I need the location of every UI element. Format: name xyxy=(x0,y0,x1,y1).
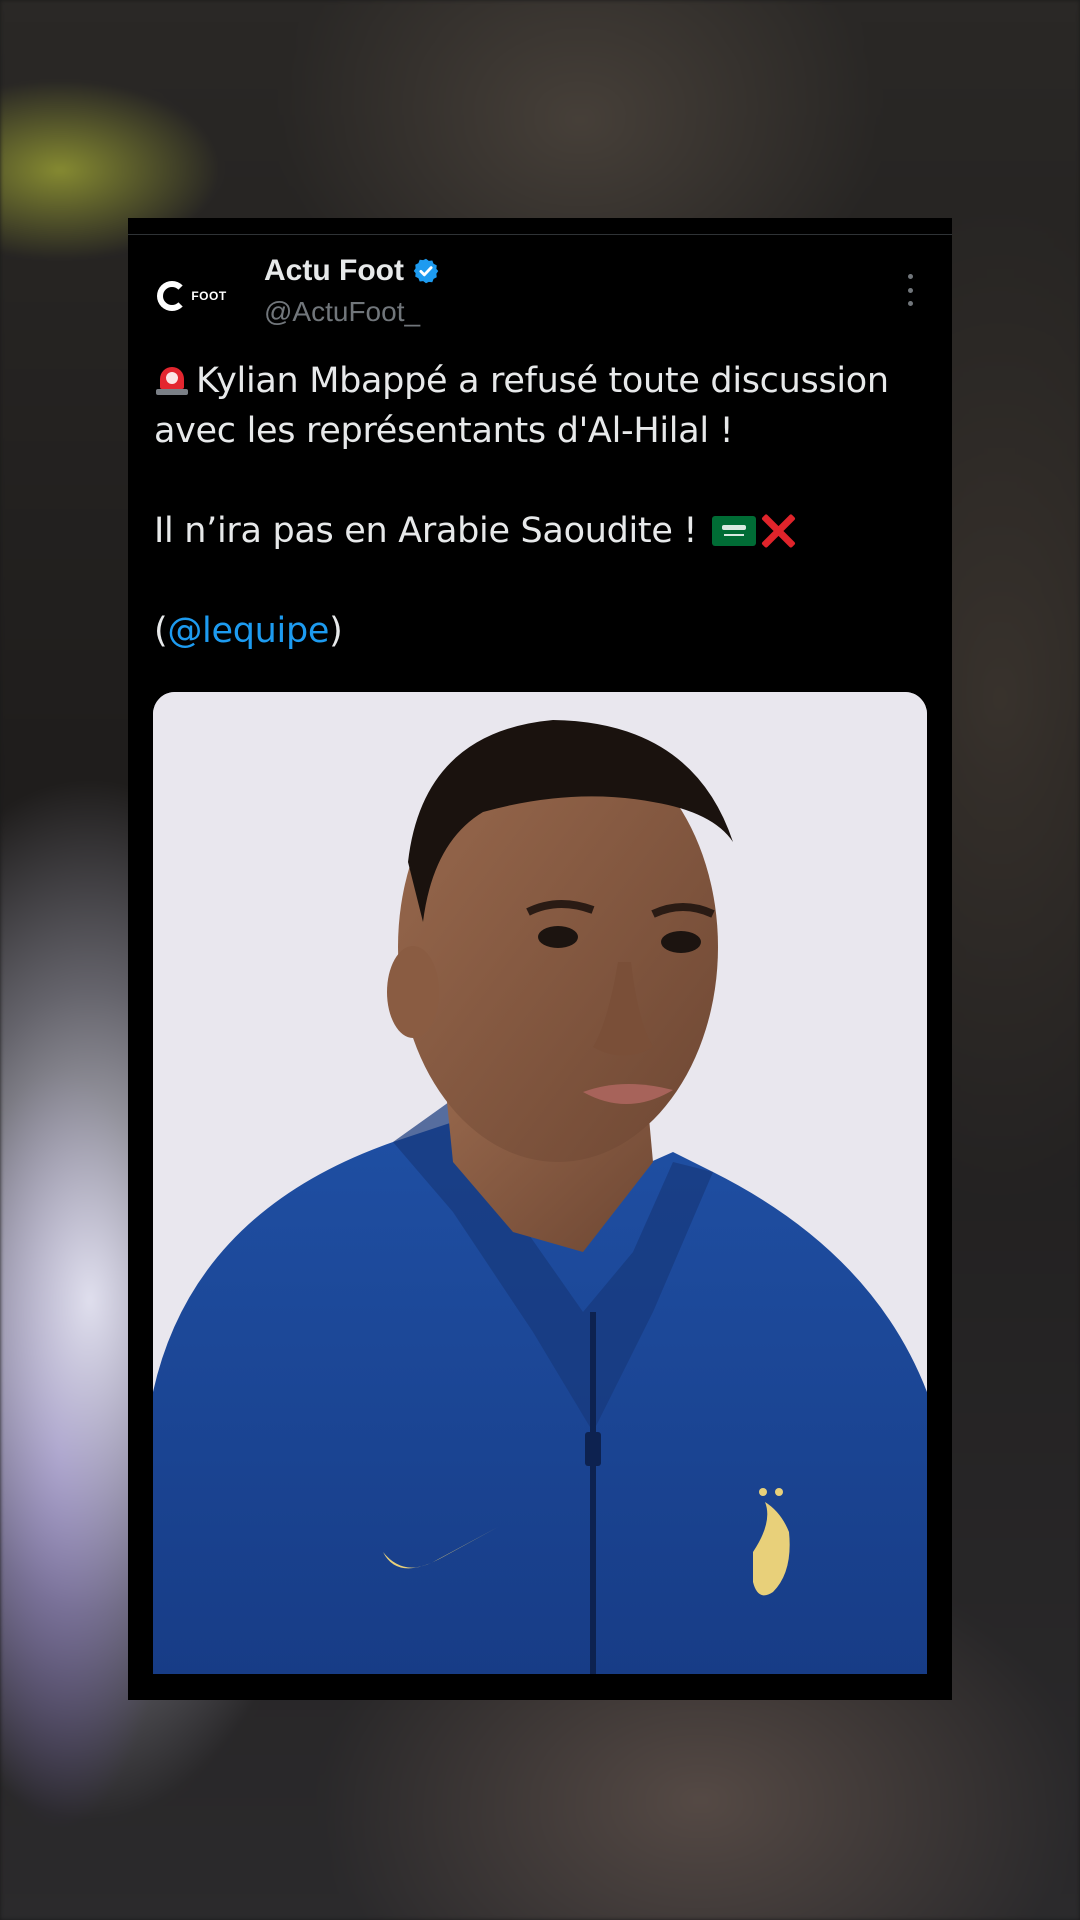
mention-link[interactable]: @lequipe xyxy=(167,611,329,651)
divider xyxy=(128,234,952,235)
paren-open: ( xyxy=(154,611,168,651)
more-options-icon[interactable] xyxy=(904,274,916,306)
tweet-card: FOOT Actu Foot @ActuFoot_ Kylian Mbappé … xyxy=(128,218,952,1700)
tweet-line-1-text: Kylian Mbappé a refusé toute discussion … xyxy=(154,361,889,451)
paren-close: ) xyxy=(329,611,343,651)
handle[interactable]: @ActuFoot_ xyxy=(264,296,420,328)
card-footer xyxy=(128,1674,952,1700)
name-row: Actu Foot xyxy=(264,254,440,288)
tweet-media[interactable] xyxy=(153,692,927,1682)
avatar-logo-text: FOOT xyxy=(191,289,227,303)
player-photo xyxy=(153,692,927,1682)
cross-mark-icon xyxy=(758,510,798,550)
display-name[interactable]: Actu Foot xyxy=(264,254,404,288)
tweet-line-2: Il n’ira pas en Arabie Saoudite ! xyxy=(154,506,944,556)
verified-badge-icon xyxy=(413,258,439,284)
avatar[interactable]: FOOT xyxy=(154,258,230,334)
saudi-arabia-flag-icon xyxy=(711,516,756,546)
tweet-header: FOOT Actu Foot @ActuFoot_ xyxy=(154,254,934,338)
tweet-line-2-text: Il n’ira pas en Arabie Saoudite ! xyxy=(154,511,698,551)
actufoot-logo-icon xyxy=(157,281,188,311)
police-siren-icon xyxy=(154,365,190,395)
tweet-line-1: Kylian Mbappé a refusé toute discussion … xyxy=(154,356,944,456)
tweet-line-3: (@lequipe) xyxy=(154,606,944,656)
tweet-body: Kylian Mbappé a refusé toute discussion … xyxy=(154,356,944,656)
